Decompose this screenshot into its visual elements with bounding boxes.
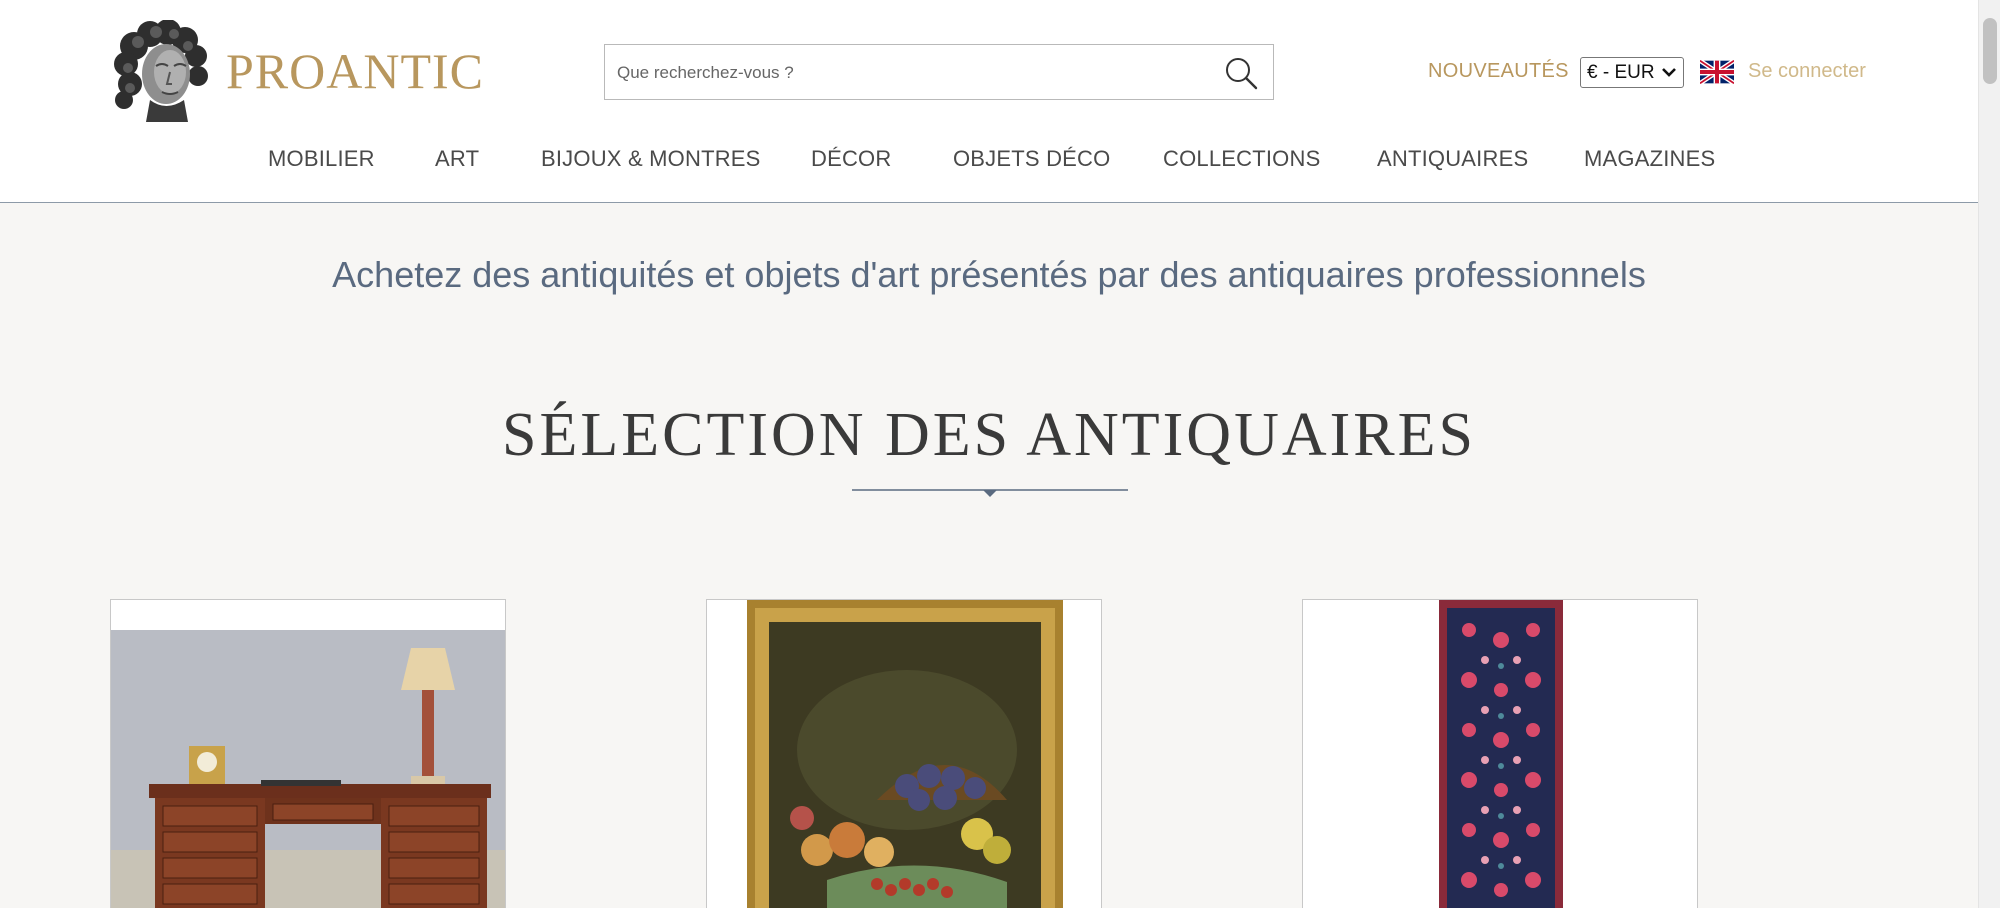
page: PROANTIC NOUVEAUTÉS € - EUR Se connecter xyxy=(0,0,1978,908)
scrollbar-thumb[interactable] xyxy=(1983,18,1997,84)
currency-select[interactable]: € - EUR xyxy=(1580,57,1684,88)
vertical-scrollbar[interactable] xyxy=(1978,0,2000,908)
nav-item-magazines[interactable]: MAGAZINES xyxy=(1584,146,1715,172)
new-arrivals-link[interactable]: NOUVEAUTÉS xyxy=(1428,60,1569,83)
search-input[interactable] xyxy=(615,45,1199,101)
nav-item-objets-deco[interactable]: OBJETS DÉCO xyxy=(953,146,1110,172)
bust-logo-icon xyxy=(114,20,208,122)
tagline: Achetez des antiquités et objets d'art p… xyxy=(332,254,1646,295)
logo-text: PROANTIC xyxy=(226,43,485,99)
chevron-down-icon xyxy=(1662,68,1676,77)
nav-item-collections[interactable]: COLLECTIONS xyxy=(1163,146,1320,172)
product-card-desk[interactable] xyxy=(110,599,506,908)
nav-item-mobilier[interactable]: MOBILIER xyxy=(268,146,375,172)
site-header: PROANTIC NOUVEAUTÉS € - EUR Se connecter xyxy=(0,0,1978,203)
section-title: SÉLECTION DES ANTIQUAIRES xyxy=(502,401,1476,469)
logo-link[interactable]: PROANTIC xyxy=(112,20,484,122)
nav-item-decor[interactable]: DÉCOR xyxy=(811,146,891,172)
nav-item-bijoux-montres[interactable]: BIJOUX & MONTRES xyxy=(541,146,761,172)
uk-flag-icon[interactable] xyxy=(1700,60,1734,84)
nav-item-antiquaires[interactable]: ANTIQUAIRES xyxy=(1377,146,1528,172)
product-card-rug[interactable] xyxy=(1302,599,1698,908)
painting-image xyxy=(707,600,1101,908)
nav-item-art[interactable]: ART xyxy=(435,146,479,172)
desk-image xyxy=(111,600,505,908)
product-card-painting[interactable] xyxy=(706,599,1102,908)
divider-diamond-icon xyxy=(852,489,1128,497)
rug-image xyxy=(1303,600,1697,908)
search-icon[interactable] xyxy=(1223,55,1259,91)
login-link[interactable]: Se connecter xyxy=(1748,60,1866,83)
search-box xyxy=(604,44,1274,101)
currency-value: € - EUR xyxy=(1587,61,1655,83)
main-nav: MOBILIER ART BIJOUX & MONTRES DÉCOR OBJE… xyxy=(0,146,1978,182)
